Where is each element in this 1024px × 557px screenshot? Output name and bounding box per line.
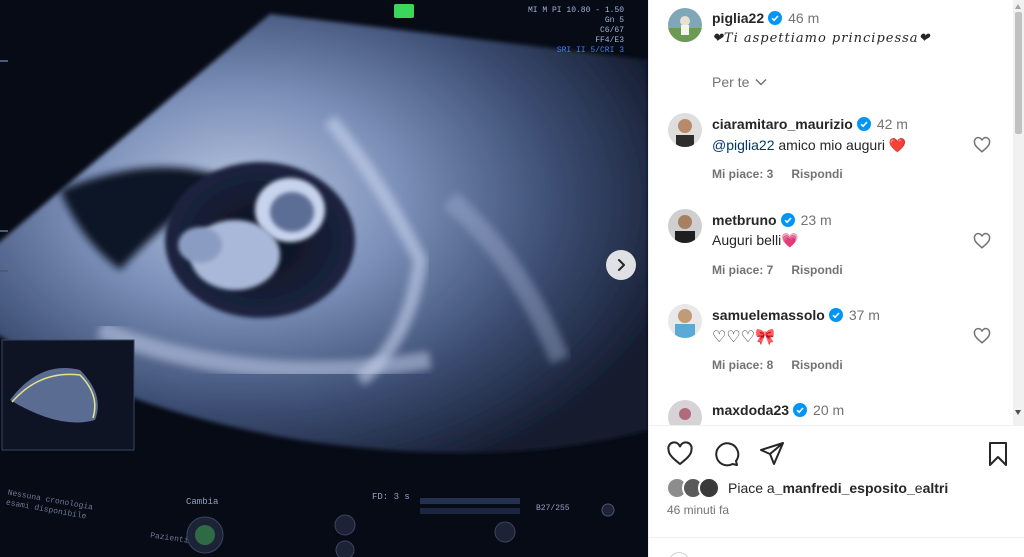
comment-icon[interactable]	[712, 440, 740, 468]
comment-like-count[interactable]: Mi piace: 3	[712, 167, 773, 181]
reply-button[interactable]: Rispondi	[791, 167, 842, 181]
post-viewer: MI M PI 10.80 - 1.50 Gn 5 C6/67 FF4/E3 S…	[0, 0, 1024, 557]
comment-like-count[interactable]: Mi piace: 8	[712, 358, 773, 372]
recording-indicator	[394, 4, 414, 18]
reply-button[interactable]: Rispondi	[791, 263, 842, 277]
commenter-avatar[interactable]	[668, 400, 702, 425]
likes-prefix: Piace a	[728, 480, 775, 496]
add-comment-area[interactable]	[649, 537, 1024, 557]
comment-body: ♡♡♡	[712, 329, 756, 346]
comment-text: ♡♡♡🎀	[712, 327, 775, 347]
comment-emoji: ❤️	[888, 137, 907, 153]
post-age: 46 minuti fa	[667, 503, 730, 517]
comment-meta: Mi piace: 8 Rispondi	[712, 358, 861, 372]
liker-avatars[interactable]	[666, 477, 724, 499]
scrollbar-thumb[interactable]	[1015, 12, 1022, 134]
reply-button[interactable]: Rispondi	[791, 358, 842, 372]
comment-username[interactable]: samuelemassolo	[712, 307, 825, 323]
verified-badge-icon	[768, 11, 783, 25]
avatar	[668, 304, 702, 338]
verified-badge-icon	[828, 308, 843, 322]
heart-icon[interactable]	[973, 327, 991, 345]
author-username[interactable]: piglia22	[712, 10, 764, 26]
comment-time: 37 m	[848, 307, 880, 323]
share-icon[interactable]	[758, 440, 786, 468]
next-media-button[interactable]	[606, 250, 636, 280]
comment-text: Auguri belli💗	[712, 232, 799, 249]
osd-line: FF4/E3	[595, 36, 625, 45]
commenter-avatar[interactable]	[668, 304, 702, 338]
comment-username[interactable]: ciaramitaro_maurizio	[712, 116, 853, 132]
avatar	[668, 209, 702, 243]
comment-time: 42 m	[876, 116, 908, 132]
ultrasound-top-right-info: MI M PI 10.80 - 1.50 Gn 5 C6/67 FF4/E3 S…	[528, 6, 624, 56]
commenter-avatar[interactable]	[668, 209, 702, 243]
likes-conjunction: e	[914, 480, 923, 496]
heart-icon[interactable]	[973, 232, 991, 250]
liker-username[interactable]: _manfredi_esposito_	[775, 480, 915, 496]
post-media[interactable]: MI M PI 10.80 - 1.50 Gn 5 C6/67 FF4/E3 S…	[0, 0, 648, 557]
commenter-avatar[interactable]	[668, 113, 702, 147]
bookmark-icon[interactable]	[984, 440, 1012, 468]
verified-badge-icon	[793, 403, 808, 417]
comment-meta: Mi piace: 7 Rispondi	[712, 263, 861, 277]
comment-like-count[interactable]: Mi piace: 7	[712, 263, 773, 277]
osd-line: MI M PI 10.80 - 1.50	[528, 6, 625, 15]
comment-header: ciaramitaro_maurizio 42 m	[712, 116, 908, 134]
comment-emoji: 💗	[781, 232, 799, 248]
ultrasound-frame-label: FD: 3 s	[372, 492, 410, 502]
emoji-icon[interactable]	[669, 552, 689, 557]
comment-body: amico mio auguri	[774, 137, 889, 153]
likes-others-link[interactable]: altri	[923, 480, 949, 496]
post-actions	[666, 440, 1012, 468]
chevron-down-icon	[755, 78, 767, 86]
comment-text: @piglia22 amico mio auguri ❤️	[712, 137, 906, 154]
verified-badge-icon	[856, 117, 871, 131]
scroll-down-arrow[interactable]	[1015, 410, 1021, 415]
comment-body: Auguri belli	[712, 232, 782, 248]
osd-line: SRI II 5/CRI 3	[556, 46, 625, 55]
chevron-right-icon	[618, 259, 625, 271]
avatar	[668, 113, 702, 147]
mention-link[interactable]: @piglia22	[712, 137, 774, 153]
author-avatar[interactable]	[668, 8, 702, 42]
sort-dropdown[interactable]: Per te	[712, 74, 767, 90]
comment-time: 23 m	[800, 212, 832, 228]
comment-username[interactable]: maxdoda23	[712, 402, 789, 418]
scroll-up-arrow[interactable]	[1015, 4, 1021, 9]
comment-emoji: 🎀	[755, 329, 775, 346]
ultrasound-image	[0, 0, 648, 557]
avatar	[668, 400, 702, 425]
comment-header: samuelemassolo 37 m	[712, 307, 880, 325]
comment-header: metbruno 23 m	[712, 212, 832, 230]
post-caption: ❤Ti aspettiamo principessa❤	[712, 31, 931, 46]
comment-time: 20 m	[813, 402, 845, 418]
heart-icon[interactable]	[666, 440, 694, 468]
verified-badge-icon	[780, 213, 795, 227]
ultrasound-frame-count: B27/255	[536, 504, 570, 513]
ultrasound-cambia-label: Cambia	[186, 497, 219, 507]
author-header: piglia22 46 m	[712, 10, 819, 28]
heart-icon[interactable]	[973, 136, 991, 154]
divider	[649, 425, 1024, 426]
comments-scrollbar[interactable]	[1013, 0, 1024, 425]
comment-header: maxdoda23 20 m	[712, 402, 844, 420]
osd-line: Gn 5	[604, 16, 625, 25]
osd-line: C6/67	[600, 26, 625, 35]
avatar	[668, 8, 702, 42]
avatar	[698, 477, 720, 499]
comment-username[interactable]: metbruno	[712, 212, 777, 228]
comment-meta: Mi piace: 3 Rispondi	[712, 167, 861, 181]
likes-summary: Piace a _manfredi_esposito_ e altri	[666, 477, 948, 499]
sort-label: Per te	[712, 74, 750, 90]
post-time: 46 m	[788, 10, 820, 26]
